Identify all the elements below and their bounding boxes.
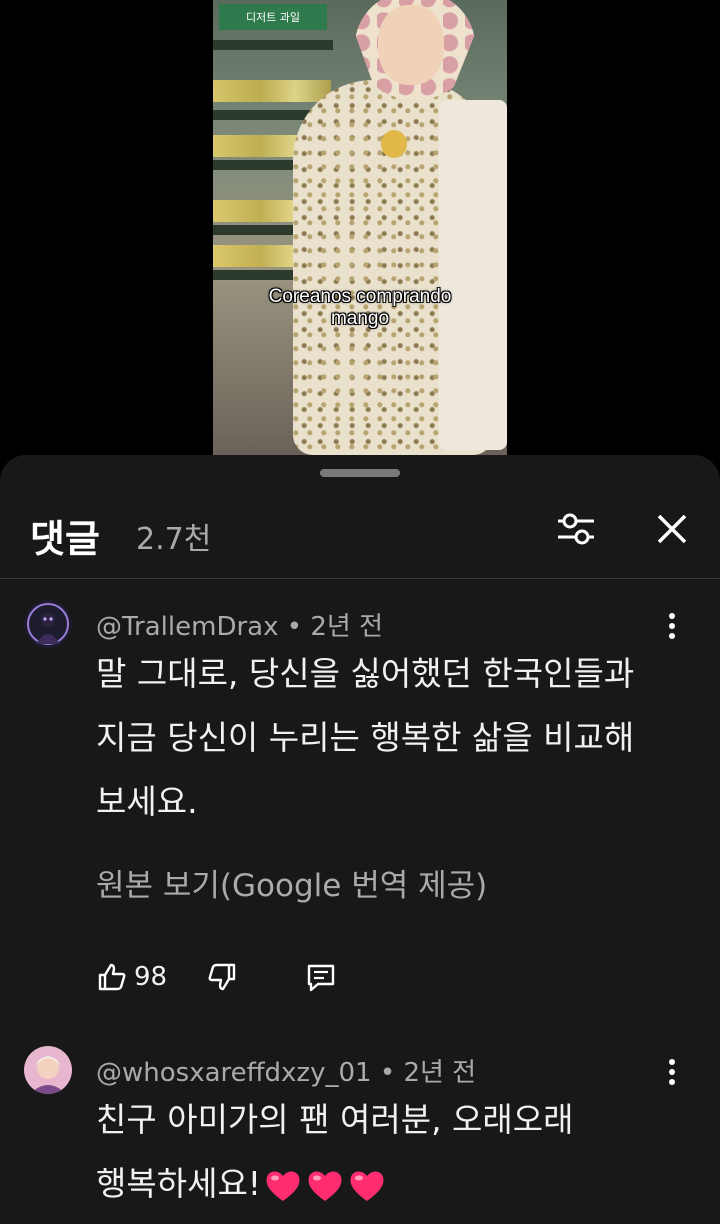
shelf-goods xyxy=(213,80,331,102)
comment-text: 친구 아미가의 팬 여러분, 오래오래 행복하세요! xyxy=(96,1088,676,1216)
reply-comment-icon xyxy=(307,964,335,992)
comment-time: 2년 전 xyxy=(310,612,384,642)
comment-line: 말 그대로, 당신을 싫어했던 한국인들과 xyxy=(96,654,635,693)
store-sign: 디저트 과일 xyxy=(219,4,327,30)
comment-line-with-emoji: 행복하세요! xyxy=(96,1152,676,1216)
avatar-image xyxy=(24,600,72,648)
comment-text: 말 그대로, 당신을 싫어했던 한국인들과 지금 당신이 누리는 행복한 삶을 … xyxy=(96,642,676,834)
dislike-button[interactable] xyxy=(206,955,238,999)
meta-separator: • xyxy=(286,612,311,642)
comment-line: 지금 당신이 누리는 행복한 삶을 비교해 xyxy=(96,718,635,757)
drag-handle[interactable] xyxy=(320,469,400,477)
caption-line-1: Coreanos comprando xyxy=(268,286,452,307)
tote-bag xyxy=(439,100,507,450)
heart-emoji-icon xyxy=(308,1171,342,1201)
comment-meta: @whosxareffdxzy_01 • 2년 전 xyxy=(96,1052,476,1089)
comments-header: 댓글 2.7천 xyxy=(0,490,720,578)
comments-sheet: 댓글 2.7천 @TrallemDrax • 2년 전 말 그대로, 당신을 싫… xyxy=(0,455,720,1224)
comment-author[interactable]: @TrallemDrax xyxy=(96,612,278,642)
comment-more-button[interactable] xyxy=(652,1052,692,1092)
mango xyxy=(381,130,407,158)
comment-author[interactable]: @whosxareffdxzy_01 xyxy=(96,1058,372,1088)
meta-separator: • xyxy=(379,1058,404,1088)
like-button[interactable]: 98 xyxy=(96,955,167,999)
video-frame[interactable]: 디저트 과일 Coreanos comprando mango xyxy=(213,0,507,455)
more-vert-icon xyxy=(669,1059,675,1085)
comment-line: 보세요. xyxy=(96,782,198,821)
see-original-link[interactable]: 원본 보기(Google 번역 제공) xyxy=(96,860,487,905)
reply-button[interactable] xyxy=(304,955,338,999)
thumb-down-icon xyxy=(208,963,236,991)
comment-line: 친구 아미가의 팬 여러분, 오래오래 xyxy=(96,1100,574,1139)
heart-emoji-icon xyxy=(350,1171,384,1201)
video-player[interactable]: 디저트 과일 Coreanos comprando mango xyxy=(0,0,720,455)
video-caption: Coreanos comprando mango xyxy=(213,286,507,330)
avatar-image xyxy=(24,1046,72,1094)
like-count: 98 xyxy=(134,962,168,992)
comments-count: 2.7천 xyxy=(136,522,212,557)
comments-title: 댓글 xyxy=(30,517,100,561)
filter-button[interactable] xyxy=(552,505,600,553)
heart-emoji-icon xyxy=(266,1171,300,1201)
comment-line: 행복하세요! xyxy=(96,1164,262,1203)
comment-time: 2년 전 xyxy=(403,1058,477,1088)
close-button[interactable] xyxy=(648,505,696,553)
avatar[interactable] xyxy=(24,1046,72,1094)
caption-line-2: mango xyxy=(330,308,390,329)
thumb-up-icon xyxy=(98,963,126,991)
shelf xyxy=(213,40,333,50)
avatar[interactable] xyxy=(24,600,72,648)
comment-more-button[interactable] xyxy=(652,606,692,646)
person-face xyxy=(378,5,444,85)
more-vert-icon xyxy=(669,613,675,639)
header-divider xyxy=(0,578,720,579)
heart-emoji-group xyxy=(261,1164,387,1203)
close-icon xyxy=(657,514,687,544)
filter-icon xyxy=(558,513,594,545)
comment-meta: @TrallemDrax • 2년 전 xyxy=(96,606,383,643)
